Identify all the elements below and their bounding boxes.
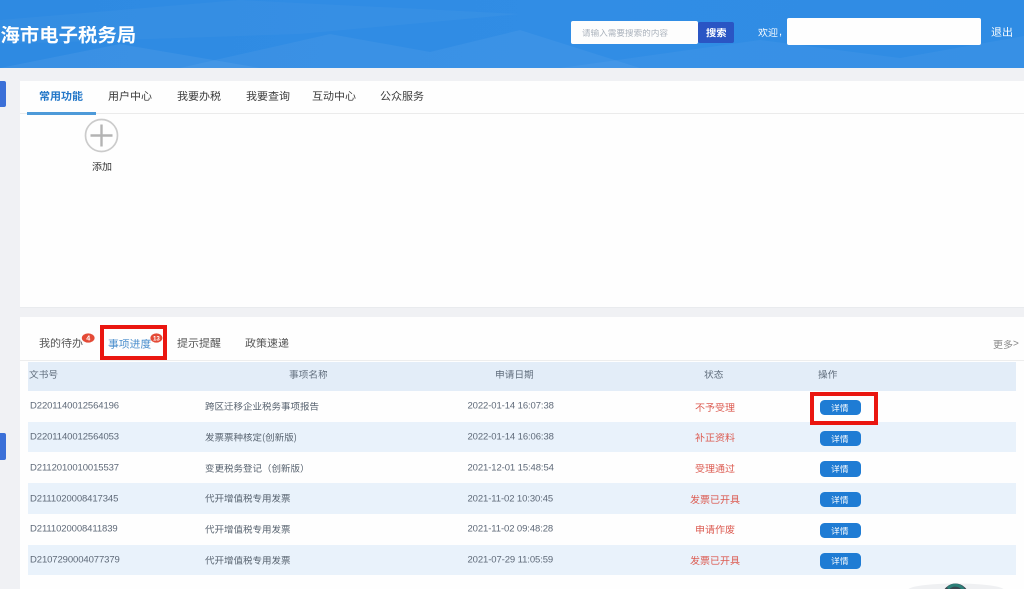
svg-text:4: 4 — [86, 333, 90, 342]
